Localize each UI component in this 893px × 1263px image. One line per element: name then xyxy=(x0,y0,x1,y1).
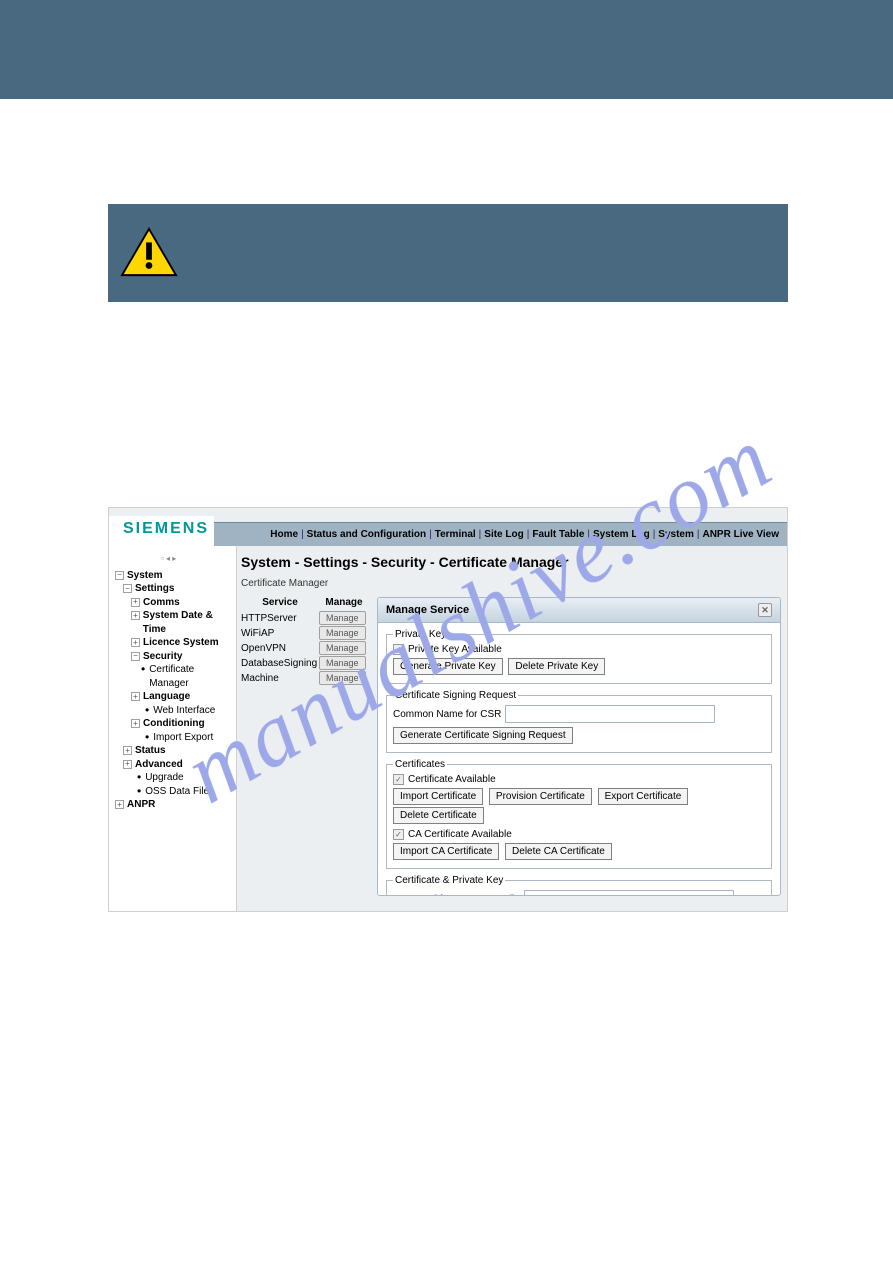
minus-icon[interactable]: − xyxy=(115,571,124,580)
plus-icon[interactable]: + xyxy=(131,638,140,647)
manage-button[interactable]: Manage xyxy=(319,641,366,655)
plus-icon[interactable]: + xyxy=(131,598,140,607)
csr-cn-input[interactable] xyxy=(505,705,715,723)
nav-system-log[interactable]: System Log xyxy=(593,529,650,540)
generate-private-key-button[interactable]: Generate Private Key xyxy=(393,658,503,675)
bullet-icon: • xyxy=(145,704,149,716)
manage-button[interactable]: Manage xyxy=(319,611,366,625)
close-icon[interactable]: ✕ xyxy=(758,603,772,617)
main-panel: System - Settings - Security - Certifica… xyxy=(237,546,787,911)
manage-button[interactable]: Manage xyxy=(319,656,366,670)
tree-language[interactable]: Language xyxy=(143,690,190,704)
cpk-legend: Certificate & Private Key xyxy=(393,875,505,886)
minus-icon[interactable]: − xyxy=(123,584,132,593)
export-cert-button[interactable]: Export Certificate xyxy=(598,788,689,805)
delete-ca-cert-button[interactable]: Delete CA Certificate xyxy=(505,843,612,860)
nav-anpr-live[interactable]: ANPR Live View xyxy=(702,529,779,540)
delete-private-key-button[interactable]: Delete Private Key xyxy=(508,658,605,675)
csr-group: Certificate Signing Request Common Name … xyxy=(386,690,772,753)
plus-icon[interactable]: + xyxy=(131,719,140,728)
dialog-title: Manage Service xyxy=(386,604,469,616)
generate-csr-button[interactable]: Generate Certificate Signing Request xyxy=(393,727,573,744)
tree-impexp[interactable]: Import Export xyxy=(153,731,213,745)
certificates-group: Certificates ✓ Certificate Available Impo… xyxy=(386,759,772,869)
tree-comms[interactable]: Comms xyxy=(143,596,180,610)
page-title: System - Settings - Security - Certifica… xyxy=(241,554,781,570)
svc-name: Machine xyxy=(241,673,319,684)
warning-callout xyxy=(108,204,788,302)
nav-site-log[interactable]: Site Log xyxy=(484,529,523,540)
warning-icon-cell xyxy=(108,204,190,302)
plus-icon[interactable]: + xyxy=(131,611,140,620)
minus-icon[interactable]: − xyxy=(131,652,140,661)
tree-upgrade[interactable]: Upgrade xyxy=(145,771,183,785)
checkbox-icon[interactable]: ✓ xyxy=(393,774,404,785)
plus-icon[interactable]: + xyxy=(131,692,140,701)
dialog-body: Private Key ✓ Private Key Available Gener… xyxy=(378,623,780,895)
tree-system[interactable]: System xyxy=(127,569,163,583)
warning-icon xyxy=(120,227,178,279)
private-key-group: Private Key ✓ Private Key Available Gener… xyxy=(386,629,772,684)
svc-name: DatabaseSigning xyxy=(241,658,319,669)
tree-advanced[interactable]: Advanced xyxy=(135,758,183,772)
tree-licence[interactable]: Licence System xyxy=(143,636,219,650)
warning-text xyxy=(190,204,788,302)
tree-oss[interactable]: OSS Data Files xyxy=(145,785,214,799)
dialog-header: Manage Service ✕ xyxy=(378,598,780,623)
nav-tree: ▫ ◂ ▸ −System −Settings +Comms +System D… xyxy=(109,546,237,911)
col-manage: Manage xyxy=(319,597,369,608)
ui-header: SIEMENS Home| Status and Configuration| … xyxy=(109,508,787,546)
ca-cert-available-label: CA Certificate Available xyxy=(408,829,512,840)
manage-service-dialog: Manage Service ✕ Private Key ✓Private Ke… xyxy=(377,597,781,896)
page-header-banner xyxy=(0,0,893,99)
tree-security[interactable]: Security xyxy=(143,650,182,664)
provision-cert-button[interactable]: Provision Certificate xyxy=(489,788,592,805)
import-ca-cert-button[interactable]: Import CA Certificate xyxy=(393,843,499,860)
nav-fault-table[interactable]: Fault Table xyxy=(532,529,584,540)
page-subtitle: Certificate Manager xyxy=(241,578,781,589)
col-service: Service xyxy=(241,597,319,608)
tree-status[interactable]: Status xyxy=(135,744,166,758)
plus-icon[interactable]: + xyxy=(123,746,132,755)
pkcs12-pwd-label: Password for PKCS #12 File xyxy=(393,894,520,896)
delete-cert-button[interactable]: Delete Certificate xyxy=(393,807,484,824)
cert-pk-group: Certificate & Private Key Password for P… xyxy=(386,875,772,895)
nav-status-config[interactable]: Status and Configuration xyxy=(307,529,426,540)
tree-anpr[interactable]: ANPR xyxy=(127,798,155,812)
bullet-icon: • xyxy=(141,663,145,675)
certs-legend: Certificates xyxy=(393,759,447,770)
cert-available-label: Certificate Available xyxy=(408,774,496,785)
tree-conditioning[interactable]: Conditioning xyxy=(143,717,205,731)
pk-legend: Private Key xyxy=(393,629,448,640)
manage-button[interactable]: Manage xyxy=(319,626,366,640)
tree-toolbar: ▫ ◂ ▸ xyxy=(111,552,236,569)
top-nav: Home| Status and Configuration| Terminal… xyxy=(214,522,787,546)
svc-name: WiFiAP xyxy=(241,628,319,639)
svc-name: HTTPServer xyxy=(241,613,319,624)
import-cert-button[interactable]: Import Certificate xyxy=(393,788,483,805)
bullet-icon: • xyxy=(145,731,149,743)
tree-settings[interactable]: Settings xyxy=(135,582,174,596)
bullet-icon: • xyxy=(137,785,141,797)
csr-legend: Certificate Signing Request xyxy=(393,690,518,701)
nav-home[interactable]: Home xyxy=(270,529,298,540)
tree-certmgr[interactable]: Certificate Manager xyxy=(149,663,236,690)
checkbox-icon[interactable]: ✓ xyxy=(393,829,404,840)
bullet-icon: • xyxy=(137,771,141,783)
plus-icon[interactable]: + xyxy=(123,760,132,769)
embedded-ui-screenshot: SIEMENS Home| Status and Configuration| … xyxy=(108,507,788,912)
nav-terminal[interactable]: Terminal xyxy=(435,529,476,540)
services-table: Service Manage HTTPServerManage WiFiAPMa… xyxy=(241,597,369,686)
svc-name: OpenVPN xyxy=(241,643,319,654)
nav-system[interactable]: System xyxy=(658,529,694,540)
manage-button[interactable]: Manage xyxy=(319,671,366,685)
tree-sysdate[interactable]: System Date & Time xyxy=(143,609,236,636)
csr-cn-label: Common Name for CSR xyxy=(393,709,501,720)
tree-webif[interactable]: Web Interface xyxy=(153,704,215,718)
brand-logo: SIEMENS xyxy=(109,516,214,546)
checkbox-icon[interactable]: ✓ xyxy=(393,644,404,655)
pk-available-label: Private Key Available xyxy=(408,644,502,655)
pkcs12-pwd-input[interactable] xyxy=(524,890,734,895)
plus-icon[interactable]: + xyxy=(115,800,124,809)
